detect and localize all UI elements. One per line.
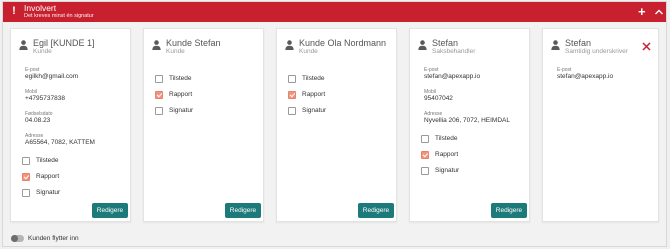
signature-checkbox[interactable] — [288, 107, 296, 115]
participant-role: Saksbehandler — [432, 48, 476, 55]
present-checkbox[interactable] — [288, 75, 296, 83]
close-icon[interactable] — [642, 42, 651, 51]
participant-name: Stefan — [432, 38, 459, 48]
signature-checkbox[interactable] — [421, 167, 429, 175]
present-label: Tilstede — [36, 157, 59, 164]
address-value: A65564, 7082, KATTEM — [25, 139, 95, 146]
present-label: Tilstede — [435, 135, 458, 142]
email-value: egilkh@gmail.com — [25, 73, 79, 80]
toggle-knob — [11, 235, 18, 242]
participant-card: Stefan Samtidig underskriver E-post stef… — [542, 28, 659, 222]
participant-role: Kunde — [166, 48, 185, 55]
signature-label: Signatur — [435, 167, 460, 174]
signature-label: Signatur — [302, 107, 327, 114]
panel-header: ! Involvert Det kreves minst én signatur… — [3, 2, 666, 22]
add-icon[interactable]: + — [638, 5, 646, 18]
participant-name: Kunde Ola Nordmann — [299, 38, 387, 48]
edit-button[interactable]: Redigere — [92, 203, 128, 218]
participant-name: Kunde Stefan — [166, 38, 221, 48]
user-icon — [551, 40, 560, 50]
participant-name: Stefan — [565, 38, 592, 48]
signature-label: Signatur — [36, 189, 61, 196]
participant-name: Egil [KUNDE 1] — [33, 38, 95, 48]
report-checkbox[interactable] — [155, 91, 163, 99]
birthdate-value: 04.08.23 — [25, 117, 51, 124]
present-checkbox[interactable] — [22, 157, 30, 165]
report-checkbox[interactable] — [421, 151, 429, 159]
warning-icon: ! — [12, 5, 16, 17]
report-checkbox[interactable] — [22, 173, 30, 181]
involved-panel: ! Involvert Det kreves minst én signatur… — [2, 1, 667, 247]
chevron-up-icon[interactable] — [654, 7, 664, 17]
edit-button[interactable]: Redigere — [225, 203, 261, 218]
moving-in-label: Kunden flytter inn — [28, 235, 79, 242]
participant-card: Kunde Stefan Kunde Tilstede Rapport Sign… — [143, 28, 264, 222]
signature-checkbox[interactable] — [155, 107, 163, 115]
email-value: stefan@apexapp.io — [557, 73, 614, 80]
participant-card: Stefan Saksbehandler E-post stefan@apexa… — [409, 28, 530, 222]
report-label: Rapport — [36, 173, 60, 180]
participant-card: Kunde Ola Nordmann Kunde Tilstede Rappor… — [276, 28, 397, 222]
edit-button[interactable]: Redigere — [491, 203, 527, 218]
report-checkbox[interactable] — [288, 91, 296, 99]
mobile-value: 95407042 — [424, 95, 453, 102]
present-label: Tilstede — [169, 75, 192, 82]
user-icon — [285, 40, 294, 50]
report-label: Rapport — [435, 151, 459, 158]
participant-role: Samtidig underskriver — [565, 48, 628, 55]
email-value: stefan@apexapp.io — [424, 73, 481, 80]
mobile-value: +4795737838 — [25, 95, 65, 102]
present-checkbox[interactable] — [155, 75, 163, 83]
participant-role: Kunde — [33, 48, 52, 55]
report-label: Rapport — [302, 91, 326, 98]
panel-title: Involvert — [24, 3, 57, 13]
user-icon — [19, 40, 28, 50]
report-label: Rapport — [169, 91, 193, 98]
panel-subtitle: Det kreves minst én signatur — [24, 13, 94, 19]
participant-card: Egil [KUNDE 1] Kunde E-post egilkh@gmail… — [10, 28, 131, 222]
address-value: Nyvellia 206, 7072, HEIMDAL — [424, 117, 510, 124]
user-icon — [418, 40, 427, 50]
moving-in-toggle[interactable] — [11, 235, 24, 242]
participant-role: Kunde — [299, 48, 318, 55]
present-label: Tilstede — [302, 75, 325, 82]
user-icon — [152, 40, 161, 50]
present-checkbox[interactable] — [421, 135, 429, 143]
signature-label: Signatur — [169, 107, 194, 114]
edit-button[interactable]: Redigere — [358, 203, 394, 218]
signature-checkbox[interactable] — [22, 189, 30, 197]
